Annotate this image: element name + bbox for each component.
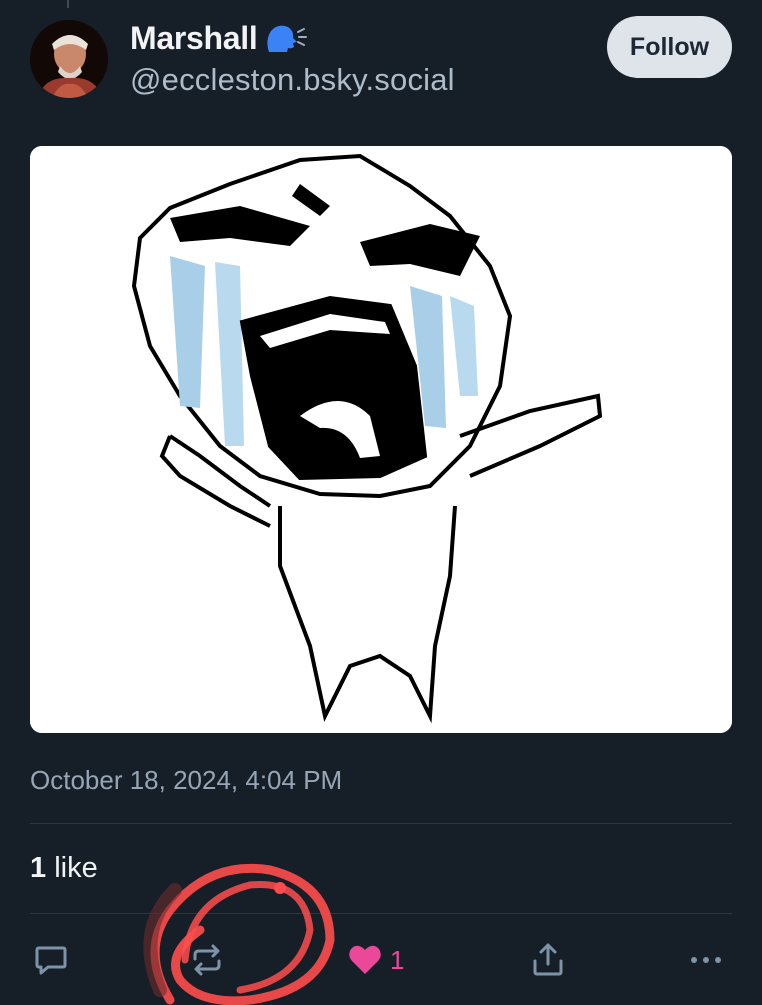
avatar[interactable]	[30, 20, 108, 98]
speaking-head-icon	[267, 25, 308, 52]
divider	[30, 823, 732, 824]
repost-icon	[193, 944, 221, 976]
more-options-button[interactable]	[688, 940, 724, 980]
like-action-count: 1	[390, 944, 405, 975]
like-button[interactable]: 1	[346, 940, 404, 980]
reply-button[interactable]	[32, 940, 70, 980]
red-scribble-annotation	[143, 863, 335, 1005]
share-icon	[533, 943, 563, 976]
reply-icon	[35, 946, 67, 975]
thread-connector-line	[67, 0, 69, 8]
divider	[30, 913, 732, 914]
author-display-name[interactable]: Marshall	[130, 20, 258, 57]
like-count-word: like	[54, 852, 98, 884]
share-button[interactable]	[529, 940, 567, 980]
follow-button[interactable]: Follow	[607, 16, 732, 78]
crying-rage-face-image	[30, 146, 732, 733]
like-count-summary[interactable]: 1 like	[30, 852, 98, 885]
author-handle[interactable]: @eccleston.bsky.social	[130, 62, 455, 98]
avatar-photo	[30, 20, 108, 98]
like-count-value: 1	[30, 852, 47, 884]
repost-button[interactable]	[188, 940, 226, 980]
post-image[interactable]	[30, 146, 732, 733]
post-timestamp: October 18, 2024, 4:04 PM	[30, 765, 343, 795]
more-icon	[691, 957, 721, 963]
heart-icon	[349, 945, 381, 974]
